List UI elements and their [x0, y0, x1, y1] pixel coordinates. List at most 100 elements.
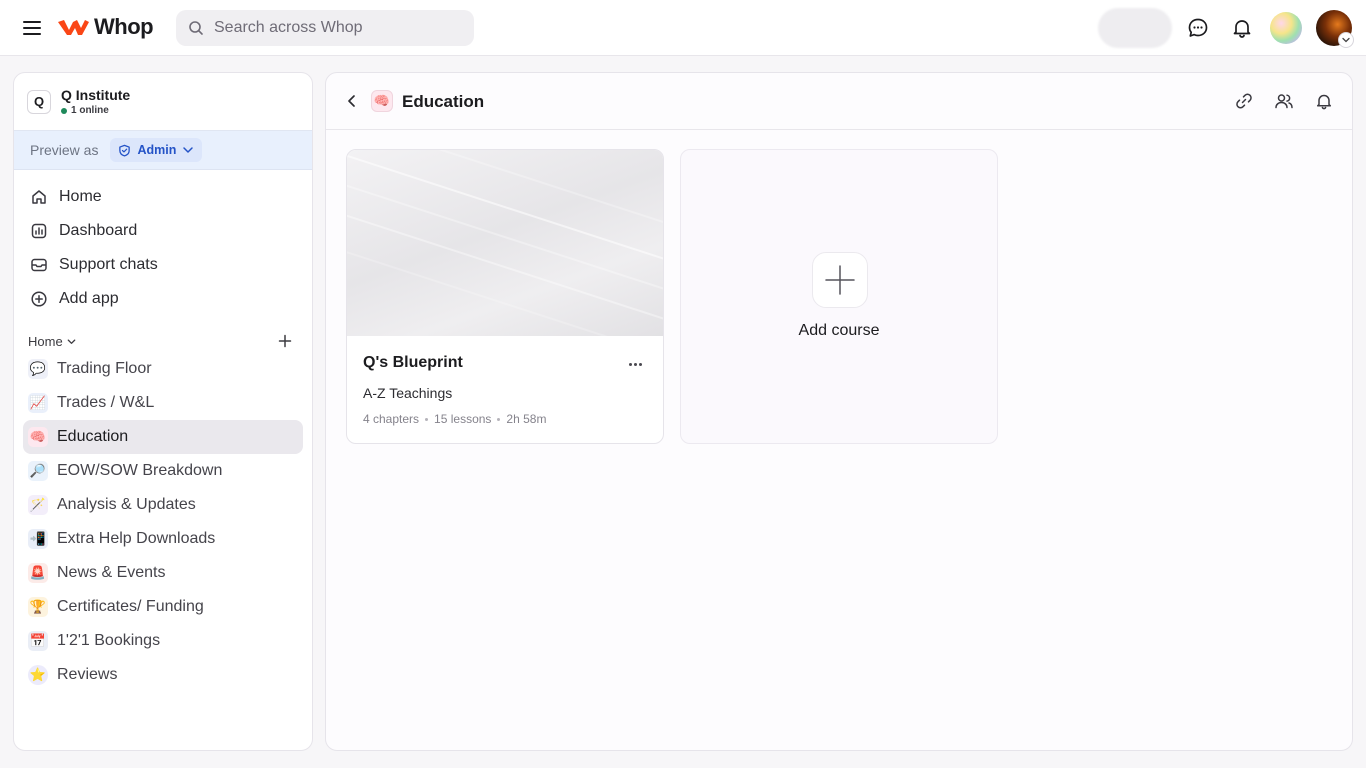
channel-news-events[interactable]: 🚨 News & Events [23, 556, 303, 590]
magic-wand-icon: 🪄 [28, 495, 48, 515]
add-course-label: Add course [798, 322, 880, 339]
chevron-down-icon [183, 147, 194, 153]
bell-icon[interactable] [1314, 91, 1334, 111]
link-icon[interactable] [1234, 91, 1254, 111]
channel-label: Trading Floor [57, 360, 152, 377]
nav-item-home[interactable]: Home [23, 180, 303, 214]
channel-analysis-updates[interactable]: 🪄 Analysis & Updates [23, 488, 303, 522]
section-header: Home [23, 316, 303, 352]
plus-circle-icon [29, 289, 49, 309]
calendar-icon: 📅 [28, 631, 48, 651]
online-dot-icon [61, 107, 67, 114]
brain-icon: 🧠 [371, 90, 393, 112]
search-bar[interactable] [176, 10, 474, 46]
chart-increasing-icon: 📈 [28, 393, 48, 413]
course-title: Q's Blueprint [363, 354, 463, 371]
course-thumbnail [347, 150, 663, 336]
preview-as-bar: Preview as Admin [14, 130, 312, 170]
main-panel: 🧠 Education Q's Blueprint A-Z Teachings … [325, 72, 1353, 751]
channel-label: News & Events [57, 564, 166, 581]
home-icon [29, 187, 49, 207]
channel-label: Extra Help Downloads [57, 530, 216, 547]
brand-name: Whop [94, 14, 154, 39]
dot-separator [425, 417, 429, 421]
online-status: 1 online [61, 105, 130, 116]
primary-nav: Home Dashboard Support chats Add app Hom… [14, 170, 312, 692]
chat-icon[interactable] [1186, 16, 1210, 40]
bell-icon[interactable] [1230, 16, 1254, 40]
channel-label: EOW/SOW Breakdown [57, 462, 223, 479]
channel-label: Certificates/ Funding [57, 598, 204, 615]
nav-item-label: Home [59, 188, 102, 205]
chevron-left-icon [348, 95, 355, 107]
channel-trades-wl[interactable]: 📈 Trades / W&L [23, 386, 303, 420]
search-icon [189, 21, 203, 35]
page-title: Education [402, 92, 485, 111]
siren-icon: 🚨 [28, 563, 48, 583]
page-emoji: 🧠 [373, 93, 391, 108]
trophy-icon: 🏆 [28, 597, 48, 617]
channel-list: 💬 Trading Floor 📈 Trades / W&L 🧠 Educati… [23, 352, 303, 692]
course-card[interactable]: Q's Blueprint A-Z Teachings 4 chapters 1… [346, 149, 664, 444]
channel-label: 1'2'1 Bookings [57, 632, 161, 649]
nav-item-label: Dashboard [59, 222, 138, 239]
magnifier-icon: 🔎 [28, 461, 48, 481]
section-label: Home [28, 333, 63, 349]
plus-icon [278, 334, 292, 348]
chevron-down-icon[interactable] [1338, 32, 1354, 48]
sidebar: Q Q Institute 1 online Preview as Admin [13, 72, 313, 751]
course-subtitle: A-Z Teachings [363, 385, 453, 401]
section-toggle[interactable]: Home [28, 334, 77, 349]
nav-item-add-app[interactable]: Add app [23, 282, 303, 316]
preview-label: Preview as [30, 142, 99, 158]
page-header: 🧠 Education [326, 73, 1352, 130]
channel-certificates-funding[interactable]: 🏆 Certificates/ Funding [23, 590, 303, 624]
dot-separator [497, 417, 501, 421]
star-icon: ⭐ [28, 665, 48, 685]
whop-logo-icon [58, 20, 89, 35]
plus-icon [825, 265, 855, 295]
nav-item-dashboard[interactable]: Dashboard [23, 214, 303, 248]
channel-label: Education [57, 428, 129, 445]
dashboard-icon [29, 221, 49, 241]
course-chapters: 4 chapters [363, 412, 420, 426]
brain-icon: 🧠 [28, 427, 48, 447]
course-duration: 2h 58m [506, 412, 547, 426]
top-bar: Whop [0, 0, 1366, 56]
add-channel-button[interactable] [275, 331, 295, 351]
role-label: Admin [137, 143, 177, 157]
community-logo: Q [27, 89, 51, 114]
more-options-icon[interactable] [623, 354, 647, 374]
channel-label: Analysis & Updates [57, 496, 196, 513]
channel-trading-floor[interactable]: 💬 Trading Floor [23, 352, 303, 386]
mobile-phone-icon: 📲 [28, 529, 48, 549]
online-count: 1 online [71, 105, 109, 116]
channel-121-bookings[interactable]: 📅 1'2'1 Bookings [23, 624, 303, 658]
role-dropdown[interactable]: Admin [110, 138, 203, 162]
shield-icon [119, 144, 131, 157]
channel-label: Reviews [57, 666, 118, 683]
menu-icon[interactable] [20, 16, 44, 40]
balance-pill[interactable] [1098, 8, 1172, 48]
community-header[interactable]: Q Q Institute 1 online [14, 73, 312, 130]
channel-label: Trades / W&L [57, 394, 155, 411]
inbox-icon [29, 255, 49, 275]
add-course-button[interactable] [812, 252, 868, 308]
nav-item-support-chats[interactable]: Support chats [23, 248, 303, 282]
channel-reviews[interactable]: ⭐ Reviews [23, 658, 303, 692]
course-meta: 4 chapters 15 lessons 2h 58m [363, 412, 546, 426]
back-button[interactable] [342, 91, 362, 111]
speech-bubble-icon: 💬 [28, 359, 48, 379]
community-name: Q Institute [61, 87, 131, 103]
course-lessons: 15 lessons [434, 412, 492, 426]
whop-logo[interactable]: Whop [56, 14, 154, 40]
nav-item-label: Support chats [59, 256, 158, 273]
add-course-card[interactable]: Add course [680, 149, 998, 444]
channel-eow-sow-breakdown[interactable]: 🔎 EOW/SOW Breakdown [23, 454, 303, 488]
community-avatar[interactable] [1270, 12, 1302, 44]
channel-extra-help-downloads[interactable]: 📲 Extra Help Downloads [23, 522, 303, 556]
search-input[interactable] [214, 19, 454, 37]
channel-education[interactable]: 🧠 Education [23, 420, 303, 454]
chevron-down-icon [67, 338, 76, 344]
members-icon[interactable] [1274, 91, 1294, 111]
